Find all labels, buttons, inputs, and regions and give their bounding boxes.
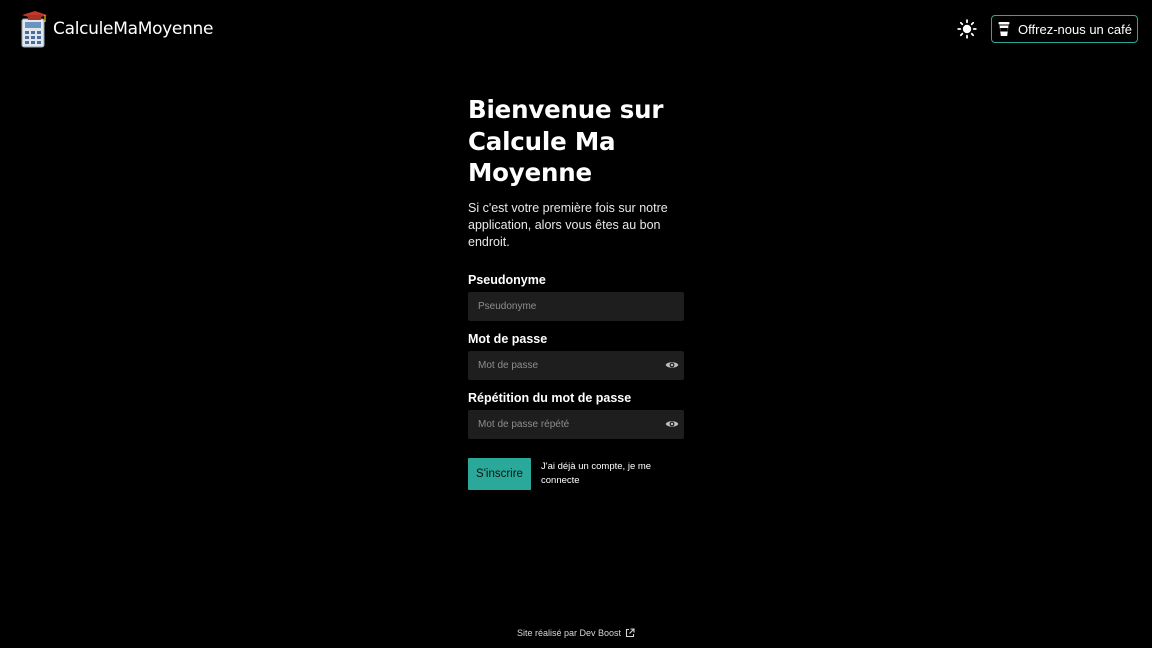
eye-icon	[665, 421, 678, 427]
footer: Site réalisé par Dev Boost	[0, 626, 1152, 640]
pseudonym-label: Pseudonyme	[468, 272, 546, 287]
signup-button[interactable]: S'inscrire	[468, 457, 531, 490]
password-input[interactable]	[468, 350, 684, 380]
password-repeat-label: Répétition du mot de passe	[468, 390, 632, 405]
page-title: Bienvenue sur Calcule Ma Moyenne	[468, 95, 664, 187]
sun-icon	[957, 19, 977, 39]
pseudonym-field-container	[468, 291, 684, 321]
password-repeat-input[interactable]	[468, 409, 684, 439]
brand-name: CalculeMaMoyenne	[53, 19, 214, 39]
intro-text: Si c'est votre première fois sur notre a…	[468, 200, 668, 249]
show-password-repeat-toggle[interactable]	[664, 417, 679, 432]
brand-link[interactable]: CalculeMaMoyenne	[18, 10, 214, 48]
show-password-toggle[interactable]	[664, 358, 679, 373]
calculator-logo-icon	[21, 11, 47, 48]
buy-coffee-button[interactable]: Offrez-nous un café	[991, 15, 1138, 43]
coffee-cup-icon	[998, 22, 1010, 36]
eye-icon	[665, 362, 678, 368]
dev-boost-link[interactable]: Site réalisé par Dev Boost	[517, 628, 635, 638]
external-link-icon	[625, 628, 635, 638]
pseudonym-input[interactable]	[468, 291, 684, 321]
password-label: Mot de passe	[468, 331, 548, 346]
top-bar: CalculeMaMoyenne Offrez-nous un café	[0, 0, 1152, 58]
login-link[interactable]: J'ai déjà un compte, je me connecte	[541, 460, 671, 489]
footer-credit-text: Site réalisé par Dev Boost	[516, 628, 622, 638]
signup-form: Bienvenue sur Calcule Ma Moyenne Si c'es…	[468, 94, 684, 490]
form-actions: S'inscrire J'ai déjà un compte, je me co…	[468, 457, 684, 490]
theme-toggle-button[interactable]	[956, 18, 978, 40]
password-repeat-field-container	[468, 409, 684, 439]
password-field-container	[468, 350, 684, 380]
signup-page: CalculeMaMoyenne Offrez-nous un café Bie…	[0, 0, 1152, 648]
buy-coffee-label: Offrez-nous un café	[1018, 21, 1132, 37]
